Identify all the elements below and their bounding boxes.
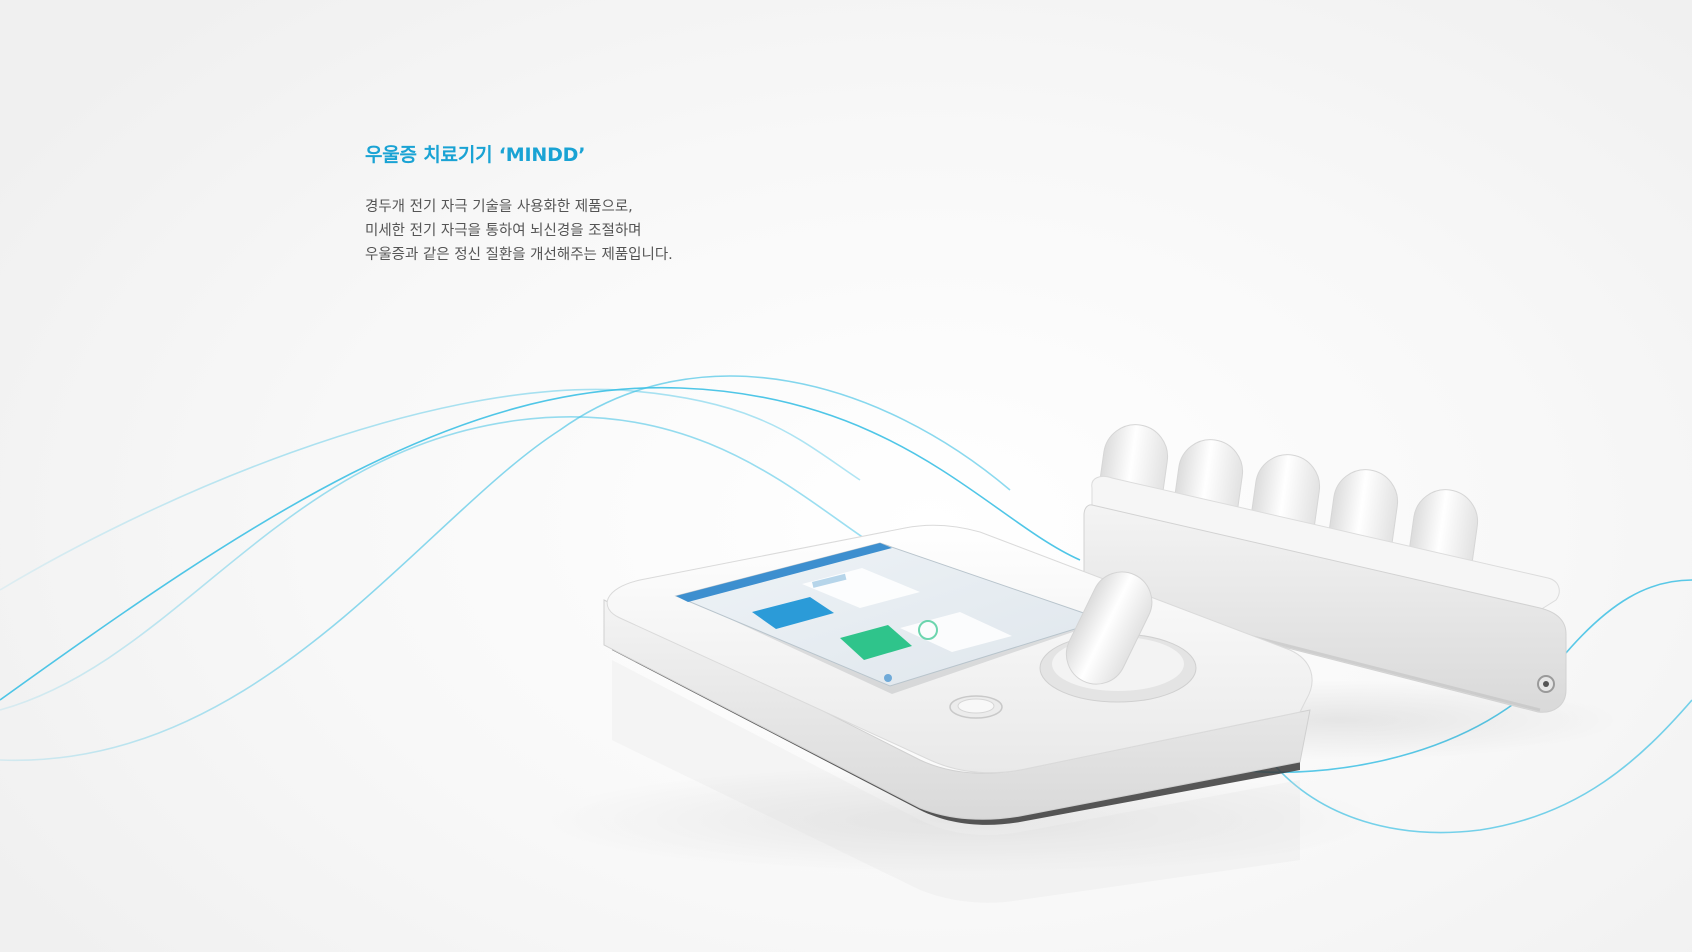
description-line-3: 우울증과 같은 정신 질환을 개선해주는 제품입니다.: [365, 247, 673, 263]
product-description: 경두개 전기 자극 기술을 사용화한 제품으로, 미세한 전기 자극을 통하여 …: [365, 195, 925, 267]
bluetooth-icon: [884, 674, 892, 682]
description-line-1: 경두개 전기 자극 기술을 사용화한 제품으로,: [365, 199, 633, 215]
circle-button-icon: [949, 695, 1003, 719]
intro-text-block: 우울증 치료기기 ‘MINDD’ 경두개 전기 자극 기술을 사용화한 제품으로…: [365, 140, 925, 267]
description-line-2: 미세한 전기 자극을 통하여 뇌신경을 조절하며: [365, 223, 642, 239]
product-headline: 우울증 치료기기 ‘MINDD’: [365, 144, 586, 166]
product-showcase: 우울증 치료기기 ‘MINDD’ 경두개 전기 자극 기술을 사용화한 제품으로…: [0, 0, 1692, 952]
